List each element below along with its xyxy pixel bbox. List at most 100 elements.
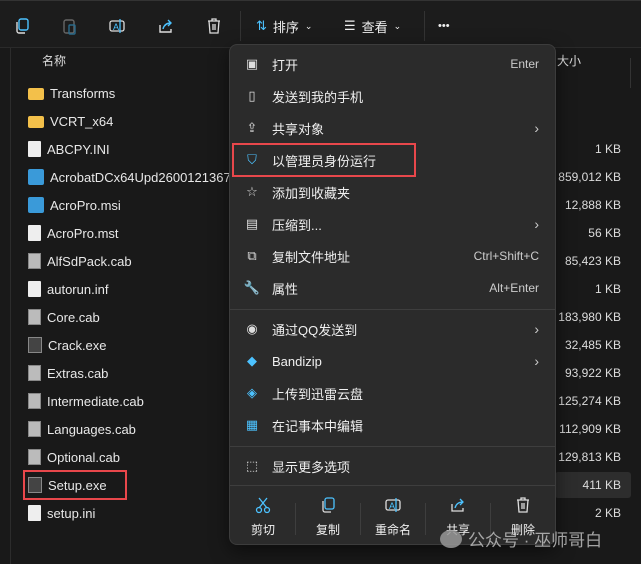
menu-action-button[interactable]: 剪切 xyxy=(233,495,293,543)
file-name: Intermediate.cab xyxy=(47,393,144,409)
file-size: 93,922 KB xyxy=(564,366,621,380)
menu-item-label: 压缩到... xyxy=(272,217,322,233)
thunder-icon: ◈ xyxy=(247,385,257,400)
column-header-name[interactable]: 名称 xyxy=(42,52,66,69)
file-row[interactable]: VCRT_x64 xyxy=(28,109,113,133)
file-name: Crack.exe xyxy=(48,337,107,353)
cab-file-icon xyxy=(28,309,41,325)
cab-file-icon xyxy=(28,253,41,269)
column-header-size[interactable]: 大小 xyxy=(557,52,581,69)
file-row[interactable]: ABCPY.INI xyxy=(28,137,110,161)
msi-file-icon xyxy=(28,197,44,213)
watermark-text: 公众号 · 巫师哥白 xyxy=(468,531,603,550)
chevron-right-icon: › xyxy=(534,216,539,232)
menu-item[interactable]: ◆ Bandizip › xyxy=(234,346,551,376)
context-menu: ▣ 打开 Enter ▯ 发送到我的手机 ⇪ 共享对象 › ⛉ 以管理员身份运行 ☆ 添加到收藏夹 ▤ 压… xyxy=(229,44,556,545)
menu-item[interactable]: ▦ 在记事本中编辑 xyxy=(234,410,551,440)
file-row[interactable]: Intermediate.cab xyxy=(28,389,144,413)
chevron-down-icon: ⌄ xyxy=(393,20,402,31)
file-row[interactable]: AcrobatDCx64Upd2600121367 xyxy=(28,165,231,189)
file-row[interactable]: Languages.cab xyxy=(28,417,136,441)
file-name: setup.ini xyxy=(47,505,96,521)
menu-item[interactable]: ⇪ 共享对象 › xyxy=(234,113,551,143)
open-icon: ▣ xyxy=(245,56,259,71)
menu-item[interactable]: ⬚ 显示更多选项 xyxy=(234,451,551,481)
file-size: 411 KB xyxy=(582,478,621,492)
file-row[interactable]: AcroPro.msi xyxy=(28,193,121,217)
msi-file-icon xyxy=(28,169,44,185)
ini-file-icon xyxy=(28,141,41,157)
cab-file-icon xyxy=(28,365,41,381)
menu-item-label: 打开 xyxy=(272,57,299,73)
file-name: Extras.cab xyxy=(47,365,109,381)
list-icon: ☰ xyxy=(344,18,356,33)
sort-button[interactable]: ⇅ 排序 ⌄ xyxy=(256,13,312,39)
file-row[interactable]: Extras.cab xyxy=(28,361,108,385)
copy-path-icon: ⧉ xyxy=(247,248,257,263)
nav-divider xyxy=(10,48,11,564)
file-row[interactable]: AlfSdPack.cab xyxy=(28,249,132,273)
file-size: 859,012 KB xyxy=(558,170,621,184)
menu-item[interactable]: ⧉ 复制文件地址 Ctrl+Shift+C xyxy=(234,241,551,271)
file-row[interactable]: setup.ini xyxy=(28,501,95,525)
view-button[interactable]: ☰ 查看 ⌄ xyxy=(344,13,401,39)
menu-item-label: Bandizip xyxy=(272,353,322,369)
exe-file-icon xyxy=(28,337,42,353)
file-size: 1 KB xyxy=(594,282,621,296)
rename-button[interactable]: A xyxy=(107,13,127,39)
file-row[interactable]: Optional.cab xyxy=(28,445,120,469)
menu-action-label: 剪切 xyxy=(250,523,275,537)
wrench-icon: 🔧 xyxy=(243,280,261,295)
file-row[interactable]: autorun.inf xyxy=(28,277,108,301)
menu-item[interactable]: ▯ 发送到我的手机 xyxy=(234,81,551,111)
file-name: autorun.inf xyxy=(47,281,109,297)
menu-action-label: 重命名 xyxy=(374,523,411,537)
file-name: Languages.cab xyxy=(47,421,136,437)
file-size: 56 KB xyxy=(588,226,621,240)
chevron-down-icon: ⌄ xyxy=(304,20,313,31)
menu-item[interactable]: ▤ 压缩到... › xyxy=(234,209,551,239)
cab-file-icon xyxy=(28,393,41,409)
menu-item[interactable]: ◉ 通过QQ发送到 › xyxy=(234,314,551,344)
menu-item-shortcut: Enter xyxy=(510,57,539,71)
file-row[interactable]: Core.cab xyxy=(28,305,100,329)
menu-action-button[interactable]: A 重命名 xyxy=(363,495,423,543)
menu-item[interactable]: 🔧 属性 Alt+Enter xyxy=(234,273,551,303)
menu-action-button[interactable]: 复制 xyxy=(298,495,358,543)
highlight-setup-exe xyxy=(23,470,127,500)
cab-file-icon xyxy=(28,421,41,437)
highlight-run-as-admin xyxy=(232,143,416,177)
file-size: 129,813 KB xyxy=(558,450,621,464)
copy-button[interactable] xyxy=(12,13,32,39)
more-button[interactable]: ••• xyxy=(438,13,450,39)
phone-icon: ▯ xyxy=(248,88,256,103)
delete-button[interactable] xyxy=(204,13,224,39)
folder-file-icon xyxy=(28,88,44,100)
copy-icon xyxy=(16,18,29,34)
svg-text:A: A xyxy=(113,22,119,32)
menu-item[interactable]: ◈ 上传到迅雷云盘 xyxy=(234,378,551,408)
doc-file-icon xyxy=(28,225,41,241)
qq-icon: ◉ xyxy=(246,321,258,336)
more-options-icon: ⬚ xyxy=(245,458,259,473)
paste-icon xyxy=(63,19,76,35)
svg-text:A: A xyxy=(389,501,395,511)
menu-action-label: 复制 xyxy=(315,523,340,537)
share-button[interactable] xyxy=(156,13,176,39)
file-row[interactable]: Transforms xyxy=(28,81,115,105)
file-row[interactable]: Crack.exe xyxy=(28,333,107,357)
rename-icon: A xyxy=(109,19,125,33)
watermark: 公众号 · 巫师哥白 xyxy=(440,526,602,551)
file-row[interactable]: AcroPro.mst xyxy=(28,221,119,245)
column-divider[interactable] xyxy=(630,58,631,88)
file-name: AlfSdPack.cab xyxy=(47,253,132,269)
copy-icon xyxy=(322,497,335,513)
menu-item[interactable]: ☆ 添加到收藏夹 xyxy=(234,177,551,207)
paste-button[interactable] xyxy=(60,13,80,39)
zip-icon: ▤ xyxy=(245,216,259,231)
menu-item[interactable]: ▣ 打开 Enter xyxy=(234,49,551,79)
trash-icon xyxy=(208,18,220,34)
menu-item-label: 通过QQ发送到 xyxy=(272,322,358,338)
file-name: AcroPro.msi xyxy=(50,197,121,213)
chevron-right-icon: › xyxy=(534,353,539,369)
